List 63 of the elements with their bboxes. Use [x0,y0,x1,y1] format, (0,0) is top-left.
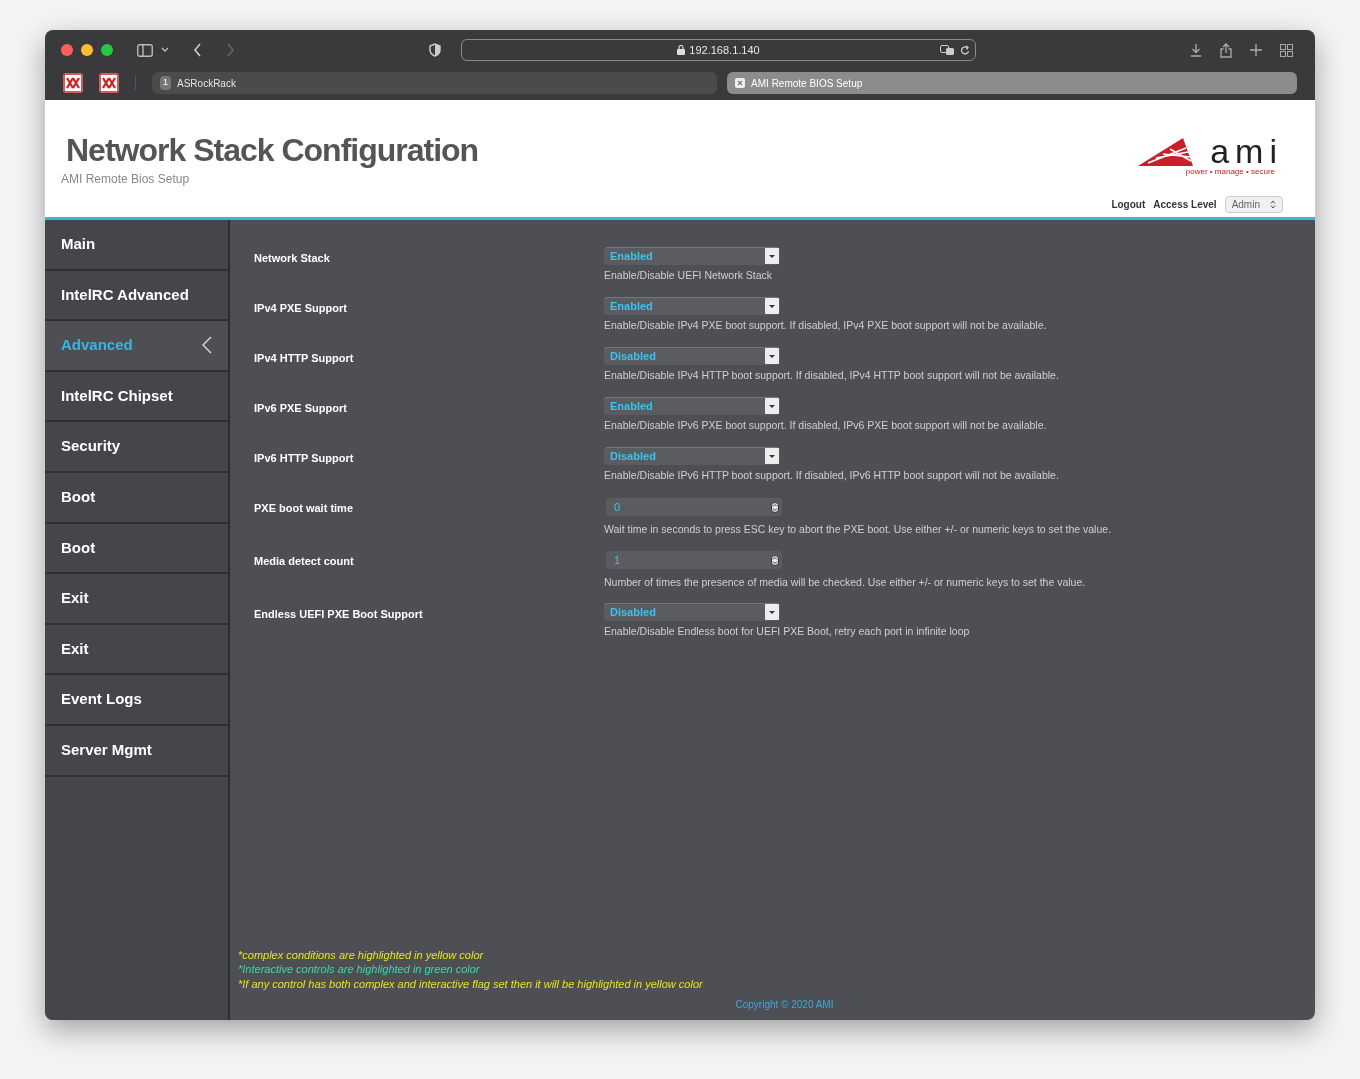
spinner-icon [771,501,779,513]
setting-label: Endless UEFI PXE Boot Support [254,607,424,622]
address-bar[interactable]: 192.168.1.140 [461,39,976,61]
zoom-window-icon[interactable] [101,44,113,56]
access-level-select[interactable]: Admin [1224,196,1283,213]
legend-note: *complex conditions are highlighted in yellow color [238,947,485,962]
legend-note: *If any control has both complex and interactive flag set then it will be highlighted in yellow color [238,976,704,991]
setting-help-text: Enable/Disable IPv4 PXE boot support. If disabled, IPv4 PXE boot support will not be available. [604,318,1047,333]
chevron-left-icon [202,336,212,355]
setting-help-text: Enable/Disable IPv6 HTTP boot support. If disabled, IPv6 HTTP boot support will not be available. [604,468,1059,483]
setting-help-text: Enable/Disable UEFI Network Stack [604,268,774,283]
setting-label: IPv4 HTTP Support [254,351,355,366]
share-icon[interactable] [1220,42,1232,58]
stepper-icon [1270,200,1276,209]
shield-icon[interactable] [429,43,441,57]
browser-tab[interactable]: 1 ASRockRack [152,72,718,94]
logo-text: ami [1210,136,1283,166]
minimize-window-icon[interactable] [81,44,93,56]
lock-icon [677,45,686,55]
setting-label: Media detect count [254,554,355,569]
access-level-label: Access Level [1153,198,1217,212]
setting-help-text: Wait time in seconds to press ESC key to abort the PXE boot. Use either +/- or numeric keys to set the value. [604,522,1112,537]
sidebar-item[interactable]: Boot [45,523,228,575]
sidebar-item[interactable]: Boot [45,472,228,524]
setting-label: IPv4 PXE Support [254,301,348,316]
setting-label: IPv6 HTTP Support [254,451,355,466]
back-icon[interactable] [193,43,202,57]
copyright-text: Copyright © 2020 AMI [735,998,834,1012]
setting-label: PXE boot wait time [254,501,354,516]
reload-icon[interactable] [960,44,970,56]
sidebar-item[interactable]: Exit [45,624,228,676]
logo-tagline: power • manage • secure [1185,166,1275,178]
sidebar-item[interactable]: IntelRC Chipset [45,371,228,423]
tab-title: ASRockRack [177,76,236,91]
close-window-icon[interactable] [61,44,73,56]
logout-link[interactable]: Logout [1111,197,1146,212]
tab-number-badge: 1 [160,76,171,90]
setting-label: IPv6 PXE Support [254,401,348,416]
close-tab-icon[interactable] [735,78,746,88]
setting-help-text: Enable/Disable Endless boot for UEFI PXE Boot, retry each port in infinite loop [604,624,970,639]
spinner-icon [771,554,779,566]
page-title: Network Stack Configuration [65,131,479,170]
translate-icon[interactable] [940,44,955,56]
sidebar-item[interactable]: Main [45,220,228,271]
tabs-overview-icon[interactable] [1280,43,1293,57]
sidebar-item[interactable]: Server Mgmt [45,725,228,777]
sidebar-toggle-icon[interactable] [137,43,153,57]
setting-help-text: Enable/Disable IPv6 PXE boot support. If disabled, IPv6 PXE boot support will not be available. [604,418,1047,433]
sidebar-item[interactable]: Event Logs [45,675,228,726]
page-subtitle: AMI Remote Bios Setup [61,171,191,188]
setting-label: Network Stack [254,251,331,266]
sidebar-item[interactable]: Exit [45,574,228,625]
favicon-icon[interactable] [99,73,119,93]
sidebar-item[interactable]: Security [45,422,228,473]
setting-help-text: Number of times the presence of media will be checked. Use either +/- or numeric keys to set the value. [604,575,1086,590]
setting-help-text: Enable/Disable IPv4 HTTP boot support. If disabled, IPv4 HTTP boot support will not be available. [604,368,1059,383]
tab-title: AMI Remote BIOS Setup [751,76,863,91]
url-text: 192.168.1.140 [689,42,760,58]
favicon-icon[interactable] [63,73,83,93]
download-icon[interactable] [1190,43,1202,57]
plus-icon[interactable] [1250,44,1262,56]
chevron-down-icon[interactable] [161,47,169,53]
legend-note: *Interactive controls are highlighted in green color [238,962,481,977]
